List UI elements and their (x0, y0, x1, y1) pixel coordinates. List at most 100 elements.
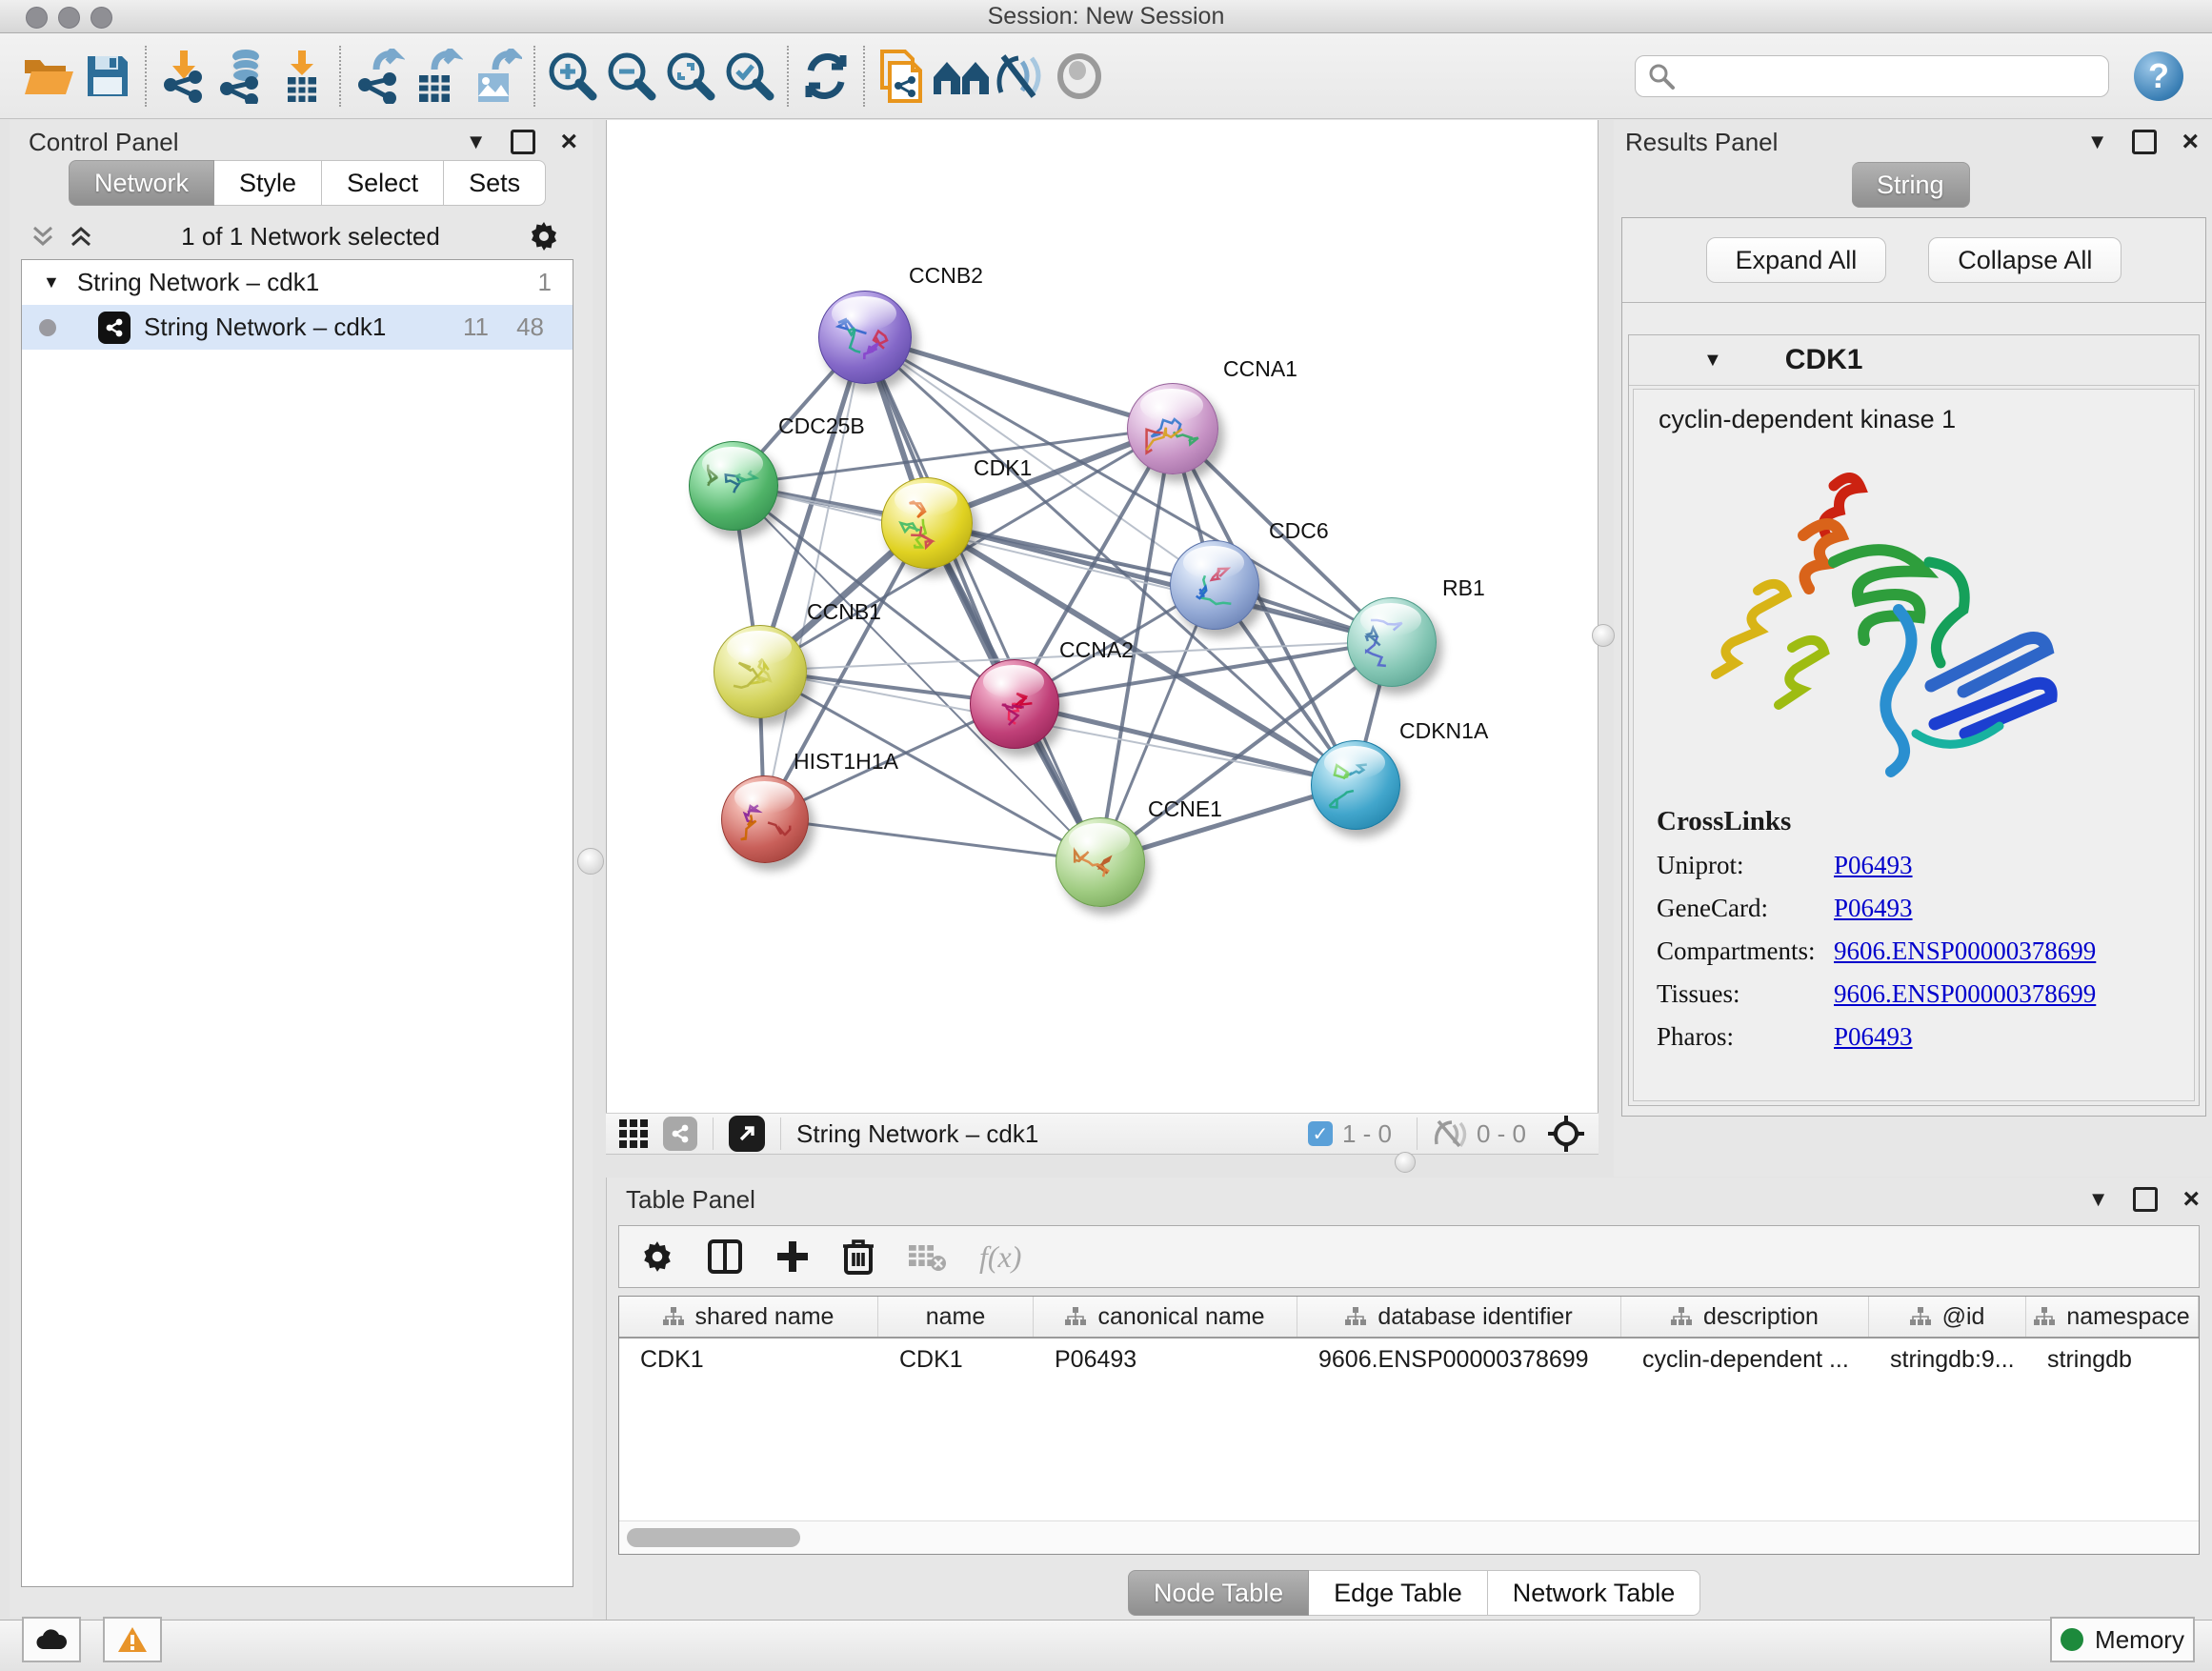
duplicate-network-button[interactable] (873, 47, 932, 106)
table-cell[interactable]: CDK1 (878, 1339, 1034, 1380)
right-splitter-handle[interactable] (1592, 624, 1615, 647)
network-node-CCNB1[interactable] (714, 625, 807, 718)
table-cell[interactable]: P06493 (1034, 1339, 1297, 1380)
import-table-button[interactable] (272, 47, 332, 106)
network-node-CCNA2[interactable] (970, 659, 1059, 749)
memory-button[interactable]: Memory (2050, 1617, 2195, 1662)
collapse-panel-icon[interactable]: ▼ (2088, 1187, 2109, 1212)
delete-column-trash-icon[interactable] (842, 1238, 875, 1275)
float-panel-icon[interactable] (2132, 130, 2157, 154)
apply-layout-button[interactable] (796, 47, 855, 106)
close-panel-icon[interactable]: × (2182, 1190, 2200, 1209)
network-node-HIST1H1A[interactable] (721, 775, 809, 863)
network-node-RB1[interactable] (1347, 597, 1437, 687)
crosshair-icon[interactable] (1547, 1115, 1585, 1153)
birdseye-grid-icon[interactable] (619, 1119, 648, 1148)
help-button[interactable]: ? (2134, 51, 2183, 101)
tab-network-table[interactable]: Network Table (1488, 1570, 1701, 1616)
column-header-canonical-name[interactable]: canonical name (1034, 1297, 1297, 1337)
toolbar-separator (1417, 1117, 1418, 1150)
delete-table-icon (907, 1241, 947, 1272)
column-header-name[interactable]: name (878, 1297, 1034, 1337)
tab-edge-table[interactable]: Edge Table (1309, 1570, 1488, 1616)
column-header-database-identifier[interactable]: database identifier (1297, 1297, 1621, 1337)
gear-icon[interactable] (528, 220, 560, 252)
column-header--id[interactable]: @id (1869, 1297, 2026, 1337)
export-table-button[interactable] (408, 47, 467, 106)
network-node-CDC6[interactable] (1170, 540, 1259, 630)
import-network-button[interactable] (154, 47, 213, 106)
tree-expander-icon[interactable]: ▼ (43, 272, 60, 292)
close-panel-icon[interactable]: × (560, 132, 577, 151)
selected-checkbox-icon[interactable]: ✓ (1308, 1121, 1333, 1146)
table-cell[interactable]: cyclin-dependent ... (1621, 1339, 1869, 1380)
network-node-CDC25B[interactable] (689, 441, 778, 531)
expand-all-button[interactable]: Expand All (1706, 237, 1887, 283)
table-cell[interactable]: stringdb:9... (1869, 1339, 2026, 1380)
network-row-selected[interactable]: String Network – cdk1 11 48 (22, 305, 573, 350)
crosslink-uniprot-link[interactable]: P06493 (1834, 851, 1913, 880)
hide-graphics-details-button[interactable] (991, 47, 1050, 106)
tab-sets[interactable]: Sets (444, 160, 546, 206)
hidden-eye-icon[interactable] (1433, 1119, 1467, 1148)
crosslink-pharos-link[interactable]: P06493 (1834, 1022, 1913, 1052)
string-badge-icon[interactable] (663, 1117, 697, 1151)
table-hscrollbar[interactable] (619, 1520, 2199, 1554)
horizontal-splitter-handle[interactable] (1395, 1152, 1416, 1173)
export-image-button[interactable] (467, 47, 526, 106)
open-in-window-icon[interactable] (729, 1116, 765, 1152)
network-collection-row[interactable]: ▼ String Network – cdk1 1 (22, 260, 573, 305)
network-canvas[interactable]: CCNB2CCNA1CDC25BCDK1CDC6RB1CCNB1CCNA2CDK… (606, 120, 1599, 1113)
zoom-fit-button[interactable] (661, 47, 720, 106)
gene-expander-icon[interactable]: ▼ (1703, 350, 1722, 372)
zoom-selected-button[interactable] (720, 47, 779, 106)
float-panel-icon[interactable] (2133, 1187, 2158, 1212)
add-column-icon[interactable] (775, 1239, 810, 1274)
show-columns-icon[interactable] (707, 1238, 743, 1275)
network-node-CCNA1[interactable] (1127, 383, 1218, 474)
collapse-all-button[interactable]: Collapse All (1928, 237, 2122, 283)
network-node-CDKN1A[interactable] (1311, 740, 1400, 830)
left-splitter-handle[interactable] (577, 848, 604, 875)
collapse-panel-icon[interactable]: ▼ (2087, 130, 2108, 154)
table-hscrollbar-thumb[interactable] (627, 1528, 800, 1547)
table-cell[interactable]: 9606.ENSP00000378699 (1297, 1339, 1621, 1380)
control-panel-title: Control Panel (29, 128, 179, 157)
tab-style[interactable]: Style (214, 160, 322, 206)
zoom-out-button[interactable] (602, 47, 661, 106)
float-panel-icon[interactable] (511, 130, 535, 154)
collapse-panel-icon[interactable]: ▼ (466, 130, 487, 154)
network-node-CCNB2[interactable] (818, 291, 912, 384)
table-cell[interactable]: stringdb (2026, 1339, 2199, 1380)
network-node-CDK1[interactable] (881, 477, 973, 569)
crosslink-tissues-link[interactable]: 9606.ENSP00000378699 (1834, 979, 2096, 1009)
crosslink-compartments-link[interactable]: 9606.ENSP00000378699 (1834, 936, 2096, 966)
cloud-button[interactable] (22, 1617, 81, 1662)
warnings-button[interactable] (103, 1617, 162, 1662)
table-settings-gear-icon[interactable] (640, 1239, 674, 1274)
zoom-in-button[interactable] (543, 47, 602, 106)
import-network-from-database-button[interactable] (213, 47, 272, 106)
crosslink-genecard-link[interactable]: P06493 (1834, 894, 1913, 923)
expand-all-icon[interactable] (69, 224, 93, 249)
column-header-namespace[interactable]: namespace (2026, 1297, 2199, 1337)
save-session-button[interactable] (78, 47, 137, 106)
open-session-button[interactable] (19, 47, 78, 106)
tab-select[interactable]: Select (322, 160, 444, 206)
org-chart-icon (1065, 1307, 1086, 1326)
tab-node-table[interactable]: Node Table (1128, 1570, 1309, 1616)
tab-network[interactable]: Network (69, 160, 214, 206)
collapse-all-icon[interactable] (30, 224, 55, 249)
show-graphics-details-button[interactable] (1050, 47, 1109, 106)
column-header-description[interactable]: description (1621, 1297, 1869, 1337)
table-row[interactable]: CDK1CDK1P064939606.ENSP00000378699cyclin… (619, 1339, 2199, 1380)
first-neighbors-button[interactable] (932, 47, 991, 106)
close-panel-icon[interactable]: × (2182, 132, 2199, 151)
network-node-CCNE1[interactable] (1056, 817, 1145, 907)
tab-string[interactable]: String (1852, 162, 1970, 208)
edge-count: 48 (516, 312, 544, 342)
export-network-button[interactable] (349, 47, 408, 106)
column-header-shared-name[interactable]: shared name (619, 1297, 878, 1337)
table-cell[interactable]: CDK1 (619, 1339, 878, 1380)
search-input[interactable] (1676, 62, 2097, 91)
